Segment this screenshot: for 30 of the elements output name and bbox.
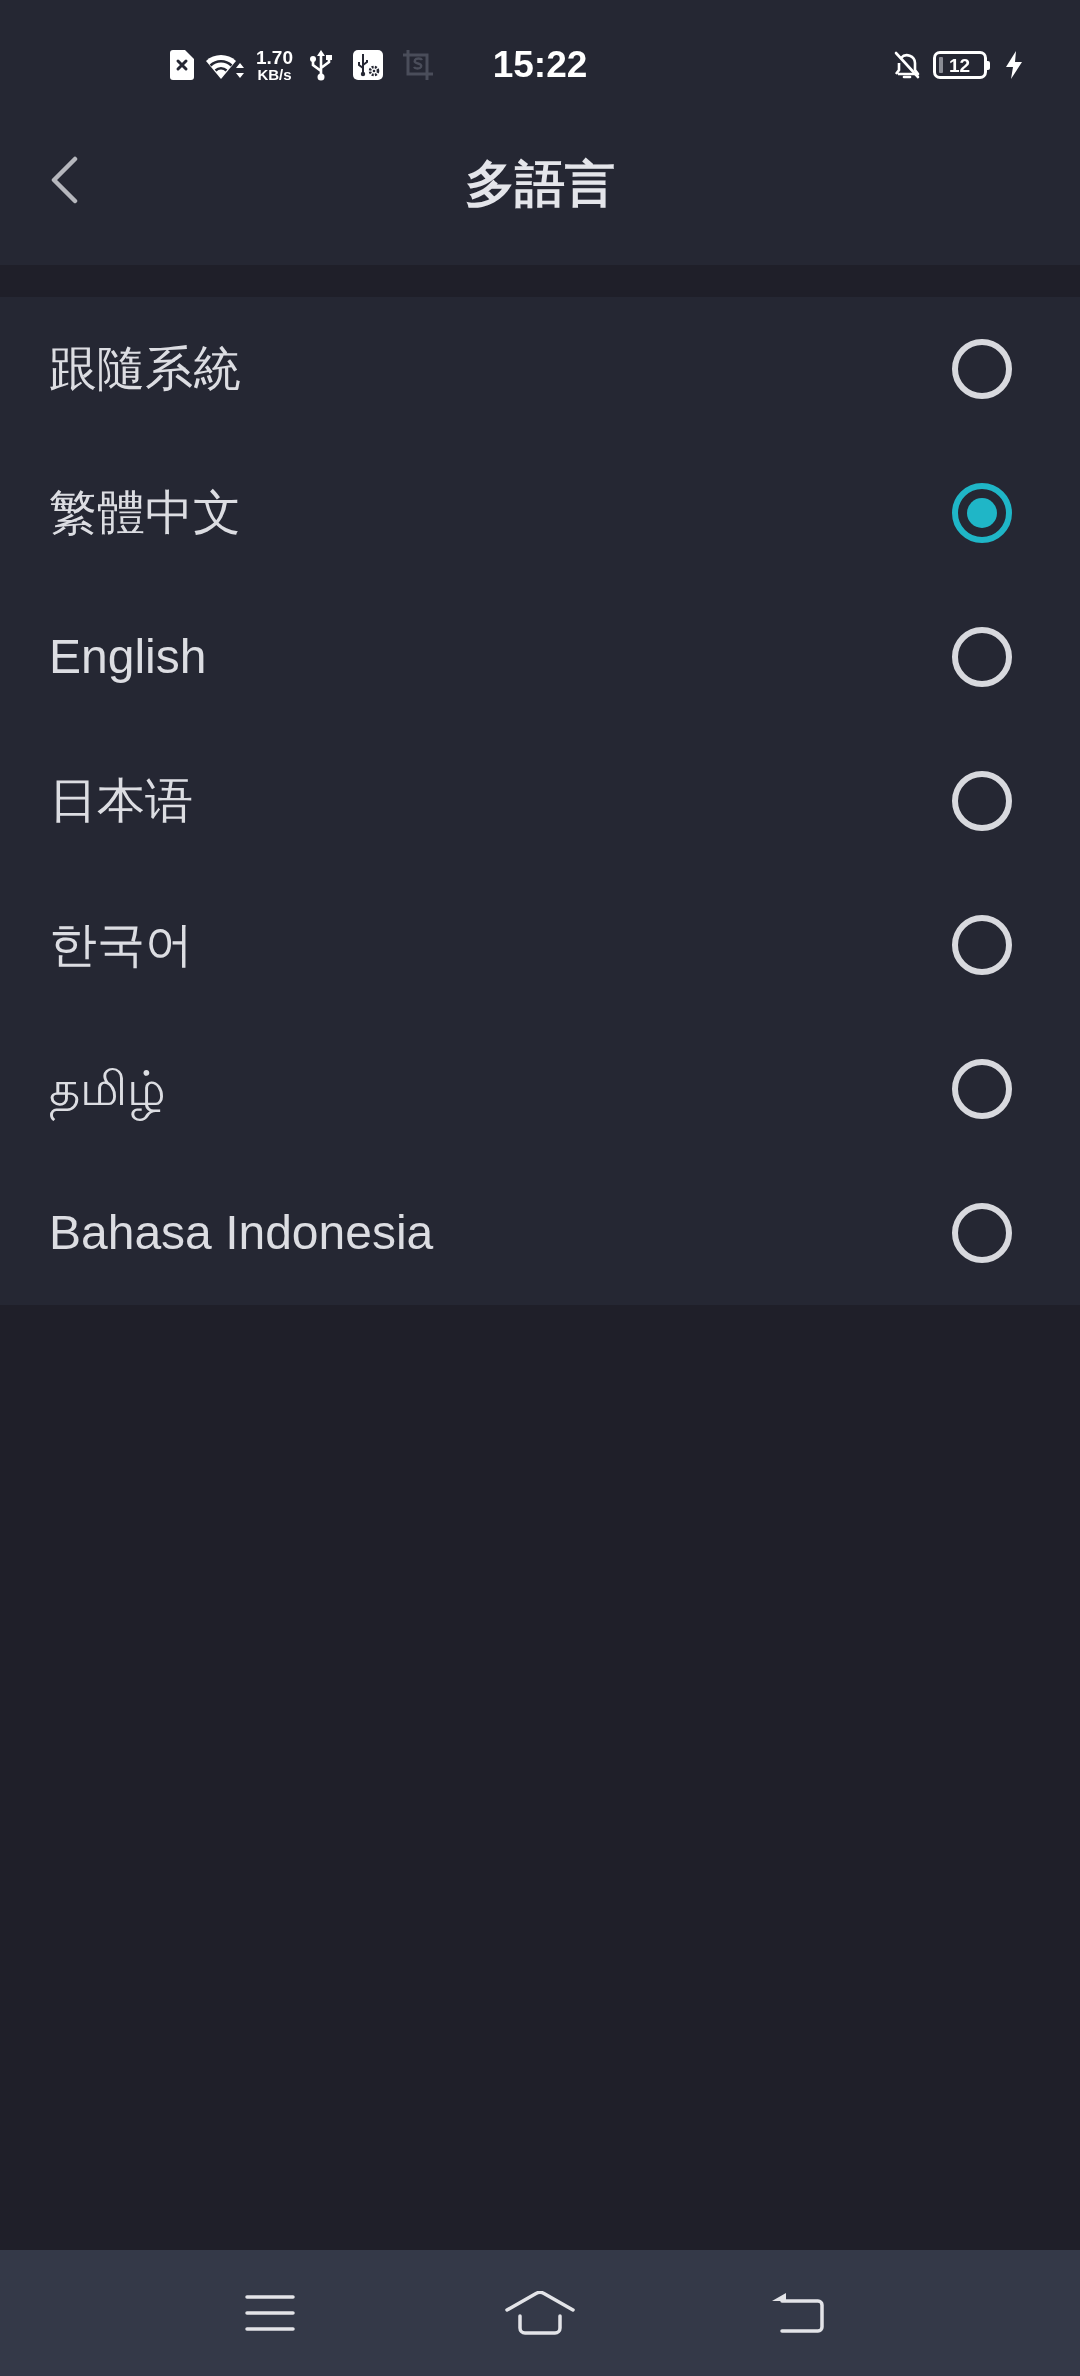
return-arrow-icon[interactable]	[772, 2292, 824, 2334]
clock-time: 15:22	[492, 43, 588, 88]
radio-button[interactable]	[952, 771, 1012, 831]
language-option[interactable]: 繁體中文	[49, 483, 241, 543]
radio-button[interactable]	[952, 1059, 1012, 1119]
radio-button[interactable]	[952, 1203, 1012, 1263]
sim-card-x-icon	[170, 50, 194, 80]
usb-icon	[309, 49, 333, 81]
language-option[interactable]: 日本语	[49, 771, 193, 831]
battery-charge-bar	[939, 57, 943, 73]
charging-bolt-icon	[1006, 51, 1022, 79]
language-option[interactable]: 한국어	[49, 915, 193, 975]
radio-button[interactable]	[952, 627, 1012, 687]
menu-icon[interactable]	[245, 2295, 295, 2331]
battery-percent: 12	[949, 55, 971, 75]
language-option[interactable]: English	[49, 627, 207, 687]
radio-button[interactable]	[952, 339, 1012, 399]
home-icon[interactable]	[505, 2291, 575, 2335]
language-option[interactable]: தமிழ்	[49, 1059, 166, 1119]
notifications-off-icon	[893, 50, 921, 80]
radio-button[interactable]	[952, 483, 1012, 543]
page-title: 多語言	[465, 158, 615, 209]
language-option[interactable]: 跟隨系統	[49, 339, 241, 399]
network-speed-unit: KB/s	[257, 66, 292, 83]
screenshot-crop-icon	[403, 50, 433, 80]
usb-settings-icon	[353, 50, 383, 80]
language-option[interactable]: Bahasa Indonesia	[49, 1203, 434, 1263]
back-icon[interactable]	[50, 156, 78, 204]
network-speed-value: 1.70	[256, 47, 293, 67]
radio-button[interactable]	[952, 915, 1012, 975]
